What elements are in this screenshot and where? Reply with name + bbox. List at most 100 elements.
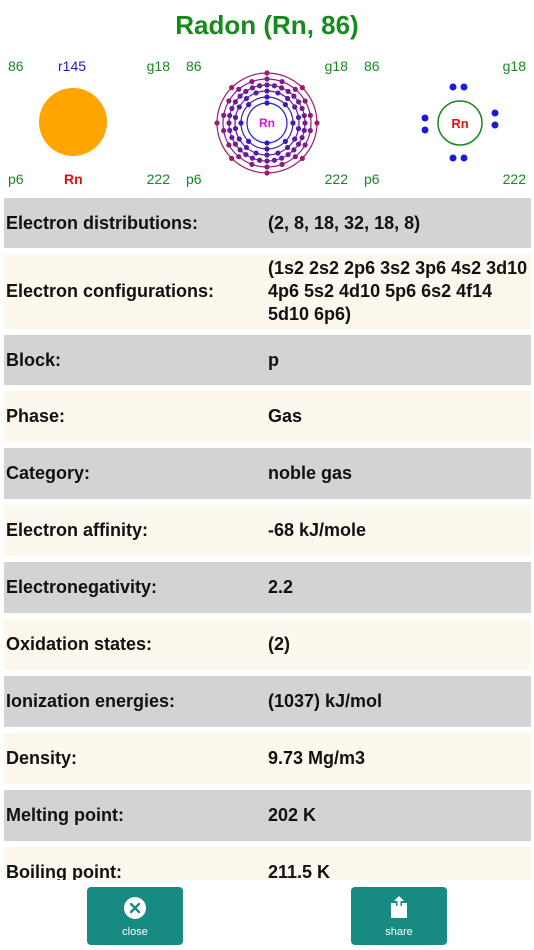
electron-dot <box>221 112 227 118</box>
row-value: noble gas <box>268 463 353 483</box>
row-value: p <box>268 349 279 370</box>
electron-dot <box>264 82 270 88</box>
lewis-dot-panel: 86 g18 Rn p6 222 <box>356 55 534 195</box>
electron-dot <box>292 104 298 110</box>
electron-dot <box>314 120 320 126</box>
electron-dot <box>221 128 227 134</box>
electron-dot <box>232 125 239 132</box>
electron-dot <box>264 152 270 158</box>
electron-dot <box>236 154 242 160</box>
row-label: Boiling point: <box>6 862 122 880</box>
row-electron-configurations: Electron configurations: (1s2 2s2 2p6 3s… <box>4 254 531 329</box>
electron-dot <box>301 112 307 119</box>
electron-dot <box>226 142 232 148</box>
row-density: Density: 9.73 Mg/m3 <box>4 733 531 784</box>
group-label: g18 <box>146 58 170 74</box>
electron-dot <box>237 147 243 153</box>
row-oxidation-states: Oxidation states: (2) <box>4 619 531 670</box>
row-label: Melting point: <box>6 805 124 825</box>
period-label: p6 <box>364 171 380 187</box>
row-label: Oxidation states: <box>6 634 153 654</box>
electron-dot <box>229 85 235 91</box>
electron-dot <box>264 164 270 170</box>
electron-dot <box>232 141 238 147</box>
electron-dot <box>227 127 233 134</box>
electron-dot <box>292 154 298 160</box>
electron-dot <box>243 88 249 94</box>
share-button[interactable]: share <box>351 887 447 945</box>
electron-dot <box>264 70 270 76</box>
electron-dot <box>278 155 285 161</box>
electron-dot <box>249 155 256 161</box>
electron-dot <box>229 155 235 161</box>
electron-dot <box>214 120 220 126</box>
electron-dot <box>264 88 270 94</box>
electron-dot <box>264 94 270 100</box>
electron-dot <box>227 112 233 119</box>
electron-dot <box>292 136 298 142</box>
row-electron-affinity: Electron affinity: -68 kJ/mole <box>4 505 531 556</box>
row-boiling-point: Boiling point: 211.5 K <box>4 847 531 880</box>
electron-dot <box>249 161 255 167</box>
atomic-mass: 222 <box>324 171 348 187</box>
electron-dot <box>279 79 285 85</box>
electron-dot <box>292 86 298 92</box>
atomic-number: 86 <box>8 58 24 74</box>
row-electronegativity: Electronegativity: 2.2 <box>4 562 531 613</box>
electron-dot <box>236 86 242 92</box>
row-label: Electron configurations: <box>6 281 215 301</box>
row-electron-distributions: Electron distributions: (2, 8, 18, 32, 1… <box>4 198 531 248</box>
electron-dot <box>291 147 297 153</box>
period-label: p6 <box>8 171 24 187</box>
electron-dot <box>302 98 308 104</box>
electron-dot <box>285 88 291 94</box>
row-value: 211.5 K <box>268 862 331 880</box>
electron-dot <box>307 112 313 118</box>
close-button[interactable]: close <box>87 887 183 945</box>
electron-dot <box>271 83 278 89</box>
row-melting-point: Melting point: 202 K <box>4 790 531 841</box>
close-circle-icon <box>124 897 146 919</box>
row-label: Block: <box>6 349 62 370</box>
properties-table[interactable]: Electron distributions: (2, 8, 18, 32, 1… <box>4 198 531 880</box>
electron-dot <box>249 85 256 91</box>
electron-dot <box>226 98 232 104</box>
atomic-radius: r145 <box>58 58 87 74</box>
electron-dot <box>275 90 281 96</box>
electron-dot <box>243 95 250 102</box>
electron-dot <box>264 146 270 152</box>
row-label: Electron affinity: <box>6 520 149 540</box>
row-label: Category: <box>6 463 91 483</box>
electron-dot <box>285 152 291 158</box>
electron-dot <box>302 142 308 148</box>
electron-dot <box>243 144 250 151</box>
share-icon <box>391 896 407 918</box>
electron-dot <box>264 140 270 146</box>
period-label: p6 <box>186 171 202 187</box>
electron-dot <box>232 99 238 105</box>
atom-size-panel: 86 r145 g18 p6 Rn 222 <box>0 55 178 195</box>
row-value: 2.2 <box>268 577 294 597</box>
shell-diagram-panel: 86 g18 Rn p6 222 <box>178 55 356 195</box>
electron-dot <box>299 105 305 112</box>
electron-dot <box>279 161 285 167</box>
close-label: close <box>122 926 148 938</box>
row-phase: Phase: Gas <box>4 391 531 442</box>
electron-dot <box>256 157 263 163</box>
row-label: Ionization energies: <box>6 691 176 711</box>
electron-dot <box>256 83 263 89</box>
row-value: -68 kJ/mole <box>268 520 367 540</box>
atom-ball <box>39 88 107 156</box>
electron-dot <box>284 144 291 151</box>
electron-dot <box>299 134 305 141</box>
electron-dot <box>284 95 291 102</box>
electron-dot <box>236 136 242 142</box>
electron-dot <box>307 128 313 134</box>
element-symbol: Rn <box>64 171 83 187</box>
shell-symbol: Rn <box>259 116 275 130</box>
row-label: Phase: <box>6 406 66 426</box>
electron-dot <box>237 93 243 99</box>
electron-dot <box>301 127 307 134</box>
share-label: share <box>385 926 413 938</box>
electron-dot <box>246 138 252 144</box>
